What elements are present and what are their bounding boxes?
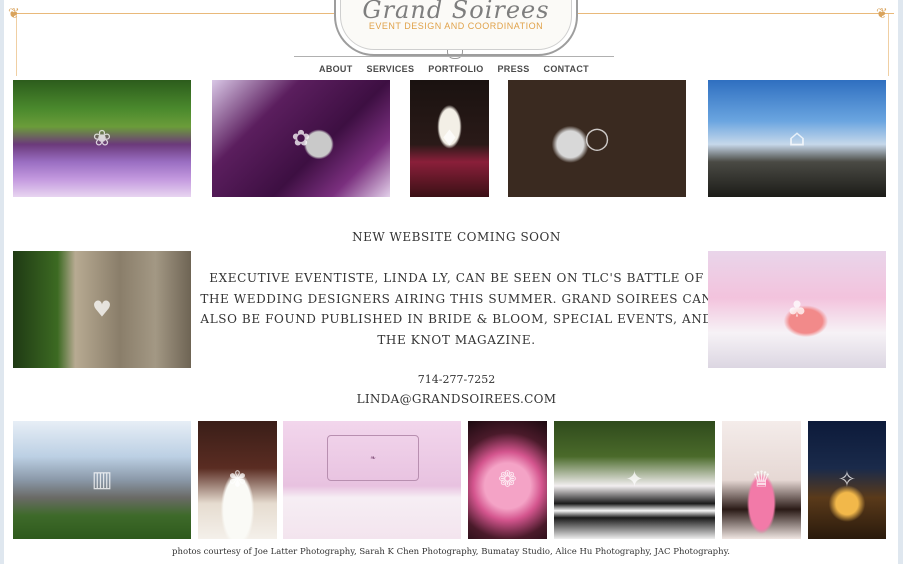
gazebo-icon: ⌂	[788, 126, 806, 151]
photo-pink-drinks[interactable]: ♣	[708, 251, 886, 368]
city-icon: ▥	[91, 467, 113, 493]
photo-striped-reception[interactable]: ✦	[554, 421, 715, 539]
camera-icon: ❀	[92, 126, 112, 151]
flourish-right-icon: ❦	[876, 6, 888, 22]
candle-icon: ✧	[837, 467, 857, 493]
table-icon: ✦	[625, 467, 644, 493]
photo-gazebo-couple[interactable]: ⌂	[708, 80, 886, 197]
phone-number[interactable]: 714-277-7252	[194, 373, 719, 386]
cake-icon: ♦	[439, 126, 460, 151]
nav-contact[interactable]: CONTACT	[544, 64, 589, 74]
photo-purple-bouquet[interactable]: ✿	[212, 80, 390, 197]
header-right-rule	[888, 14, 889, 76]
lantern-icon: ♛	[751, 467, 772, 493]
email-link[interactable]: LINDA@GRANDSOIREES.COM	[194, 392, 719, 406]
photo-babies-flowers[interactable]: ❀	[13, 80, 191, 197]
nav-portfolio[interactable]: PORTFOLIO	[428, 64, 483, 74]
photo-lantern-centerpiece[interactable]: ♛	[722, 421, 801, 539]
ring-icon: ◯	[584, 126, 610, 151]
nav-press[interactable]: PRESS	[498, 64, 530, 74]
photo-wedding-cake[interactable]: ♦	[410, 80, 489, 197]
page: ❦ ❦ Grand Soirees EVENT DESIGN AND COORD…	[4, 0, 898, 564]
flourish-left-icon: ❦	[8, 6, 20, 22]
photo-couple-stone-wall[interactable]: ♥	[13, 251, 191, 368]
drink-icon: ♣	[787, 297, 807, 322]
nav-services[interactable]: SERVICES	[367, 64, 415, 74]
photo-pink-roses[interactable]: ❁	[468, 421, 547, 539]
logo-ornament	[447, 50, 463, 59]
photo-wedding-rings[interactable]: ◯	[508, 80, 686, 197]
bride-icon: ✾	[228, 467, 247, 493]
nav-about[interactable]: ABOUT	[319, 64, 353, 74]
coming-soon-heading: NEW WEBSITE COMING SOON	[352, 230, 561, 244]
rose-icon: ❁	[498, 467, 517, 493]
photo-city-skyline[interactable]: ▥	[13, 421, 191, 539]
header-left-rule	[16, 14, 17, 76]
couple-icon: ♥	[92, 297, 112, 322]
flower-icon: ✿	[291, 126, 311, 151]
photo-bride-bouquet[interactable]: ✾	[198, 421, 277, 539]
dessert-sign: ❧	[327, 435, 419, 481]
photo-dessert-table[interactable]: ❧	[283, 421, 461, 539]
main-nav: ABOUT SERVICES PORTFOLIO PRESS CONTACT	[294, 64, 614, 74]
photo-credits: photos courtesy of Joe Latter Photograph…	[172, 547, 730, 557]
brand-subtitle: EVENT DESIGN AND COORDINATION	[368, 21, 544, 31]
nav-divider	[294, 56, 614, 57]
brand-logo[interactable]: Grand Soirees EVENT DESIGN AND COORDINAT…	[334, 0, 578, 56]
photo-night-reception[interactable]: ✧	[808, 421, 886, 539]
announcement-text: EXECUTIVE EVENTISTE, LINDA LY, CAN BE SE…	[200, 271, 713, 347]
